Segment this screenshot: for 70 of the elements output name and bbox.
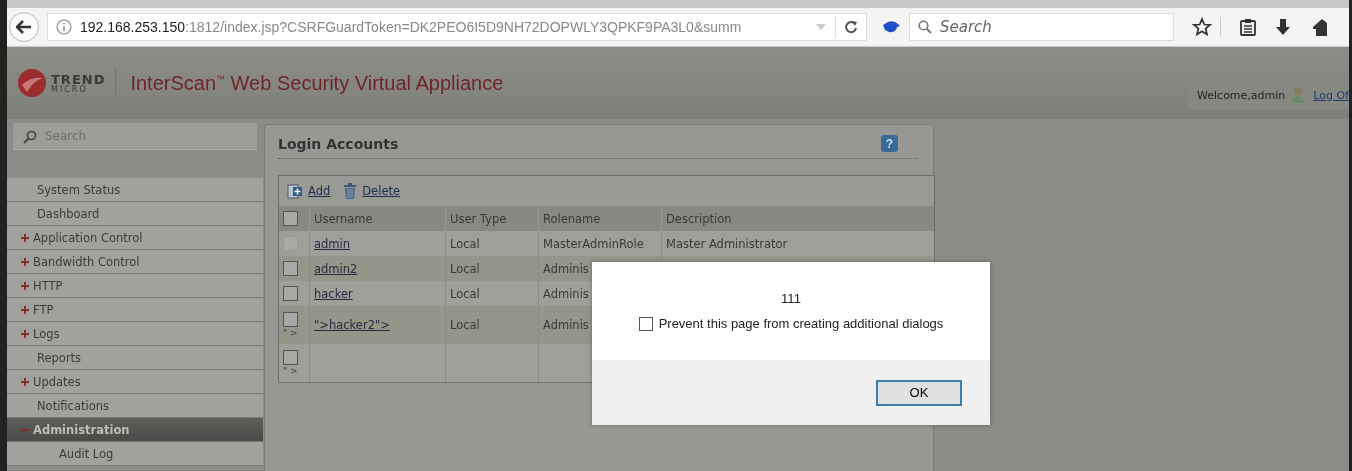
- column-header: Description: [661, 206, 934, 231]
- expand-icon[interactable]: [21, 281, 29, 290]
- rolename-cell: MasterAdminRole: [543, 236, 644, 251]
- info-icon: [56, 19, 72, 35]
- username-link[interactable]: admin2: [314, 261, 358, 276]
- home-icon[interactable]: [1313, 18, 1327, 36]
- rolename-cell: Adminis: [543, 261, 589, 276]
- panel-title: Login Accounts: [278, 135, 399, 152]
- ok-button[interactable]: OK: [876, 379, 962, 406]
- column-header: User Type: [445, 206, 539, 231]
- rolename-cell: Adminis: [543, 286, 589, 301]
- expand-icon[interactable]: [21, 257, 29, 266]
- logo-text: TREND: [51, 72, 106, 86]
- address-bar[interactable]: 192.168.253.150:1812/index.jsp?CSRFGuardToken=DK2PEO6I5D9NH72DOPWLY3QPKF9PA3L0&summ: [47, 13, 867, 41]
- rolename-cell: Adminis: [543, 318, 589, 332]
- expand-icon[interactable]: [21, 377, 29, 386]
- stray-text: " >: [283, 329, 299, 338]
- menu-item[interactable]: Dashboard: [7, 202, 263, 226]
- search-icon: [918, 20, 932, 34]
- search-icon: [23, 130, 37, 144]
- column-header: Rolename: [538, 206, 662, 231]
- menu-item[interactable]: Bandwidth Control: [7, 250, 263, 274]
- menu-item[interactable]: HTTP: [7, 274, 263, 298]
- checkbox[interactable]: [638, 316, 653, 331]
- user-type-cell: Local: [450, 261, 480, 276]
- menu-item[interactable]: Administration: [7, 418, 263, 442]
- toolbar-link[interactable]: Delete: [362, 184, 401, 198]
- checkbox[interactable]: [283, 350, 298, 365]
- checkbox[interactable]: [283, 312, 298, 327]
- trash-icon[interactable]: [343, 183, 358, 199]
- checkbox-label[interactable]: Prevent this page from creating additional dialogs: [658, 316, 944, 331]
- user-type-cell: Local: [450, 236, 480, 251]
- description-cell: Master Administrator: [666, 236, 788, 251]
- column-header: Username: [309, 206, 446, 231]
- menu-item[interactable]: Application Control: [7, 226, 263, 250]
- menu-item[interactable]: Audit Log: [7, 442, 263, 466]
- star-icon[interactable]: [1192, 17, 1212, 37]
- user-type-cell: Local: [450, 318, 480, 332]
- clipboard-icon[interactable]: [1239, 18, 1257, 36]
- app-title: InterScan$^{™}$ Web Security Virtual Appliance: [130, 71, 504, 95]
- toolbar-link[interactable]: Add: [308, 184, 331, 198]
- checkbox[interactable]: [283, 261, 298, 276]
- expand-icon[interactable]: [21, 233, 29, 242]
- logout-link[interactable]: Log Of: [1313, 88, 1349, 102]
- reload-icon[interactable]: [844, 20, 858, 34]
- dialog-message: 111: [781, 291, 801, 306]
- menu-item[interactable]: Notifications: [7, 394, 263, 418]
- user-type-cell: Local: [450, 286, 480, 301]
- username-link[interactable]: hacker: [314, 286, 353, 301]
- menu-item[interactable]: Updates: [7, 370, 263, 394]
- bird-icon[interactable]: [881, 19, 901, 35]
- stray-text: " >: [283, 367, 299, 376]
- menu-item[interactable]: System Status: [7, 178, 263, 202]
- logo-subtext: MICRO: [51, 85, 89, 94]
- logo-icon: [17, 68, 47, 98]
- search-field[interactable]: Search: [909, 13, 1174, 41]
- back-arrow-icon[interactable]: [16, 20, 32, 34]
- menu-item[interactable]: FTP: [7, 298, 263, 322]
- menu-item[interactable]: Logs: [7, 322, 263, 346]
- add-icon[interactable]: [287, 183, 303, 199]
- checkbox[interactable]: [283, 211, 298, 226]
- menu-item[interactable]: Reports: [7, 346, 263, 370]
- checkbox[interactable]: [283, 286, 298, 301]
- expand-icon[interactable]: [21, 305, 29, 314]
- welcome-text: Welcome,admin: [1197, 88, 1286, 102]
- url-text: 192.168.253.150:1812/index.jsp?CSRFGuardToken=DK2PEO6I5D9NH72DOPWLY3QPKF9PA3L0&summ: [80, 19, 743, 35]
- expand-icon[interactable]: [21, 329, 29, 338]
- back-button[interactable]: [9, 12, 39, 42]
- download-icon[interactable]: [1275, 18, 1291, 36]
- help-button[interactable]: ?: [881, 135, 898, 152]
